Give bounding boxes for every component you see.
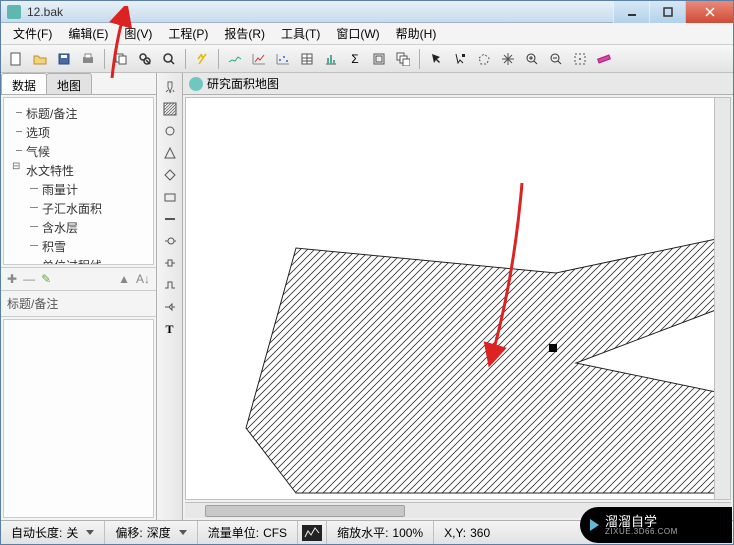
weir-tool-icon[interactable]: [160, 275, 180, 295]
measure-icon[interactable]: [593, 48, 615, 70]
subcatchment-tool-icon[interactable]: [160, 99, 180, 119]
watermark: 溜溜自学 ZIXUE.3D66.COM: [580, 507, 732, 543]
property-grid[interactable]: [3, 319, 154, 518]
options-icon[interactable]: [368, 48, 390, 70]
tree-unit-hydro[interactable]: 单位过程线: [8, 256, 149, 265]
add-icon[interactable]: ✚: [7, 272, 17, 286]
tree-aquifer[interactable]: 含水层: [8, 218, 149, 237]
scatter-icon[interactable]: [272, 48, 294, 70]
property-title: 标题/备注: [1, 291, 156, 317]
menu-window[interactable]: 窗口(W): [330, 23, 385, 44]
main-toolbar: Σ: [1, 45, 733, 73]
status-zoom[interactable]: 缩放水平: 100%: [327, 521, 434, 544]
menubar: 文件(F) 编辑(E) 图(V) 工程(P) 报告(R) 工具(T) 窗口(W)…: [1, 23, 733, 45]
stats-icon[interactable]: [320, 48, 342, 70]
sum-icon[interactable]: Σ: [344, 48, 366, 70]
app-icon: [7, 5, 21, 19]
move-up-icon[interactable]: ▲: [118, 272, 130, 286]
sidebar: 数据 地图 标题/备注 选项 气候 水文特性 雨量计 子汇水面积 含水层 积雪 …: [1, 73, 157, 520]
status-auto-length[interactable]: 自动长度: 关: [1, 521, 105, 544]
chevron-down-icon: [86, 530, 94, 535]
junction-tool-icon[interactable]: [160, 121, 180, 141]
tree-title-notes[interactable]: 标题/备注: [8, 104, 149, 123]
app-window: 12.bak 文件(F) 编辑(E) 图(V) 工程(P) 报告(R) 工具(T…: [0, 0, 734, 545]
menu-help[interactable]: 帮助(H): [390, 23, 443, 44]
tree-options[interactable]: 选项: [8, 123, 149, 142]
open-icon[interactable]: [29, 48, 51, 70]
divider-tool-icon[interactable]: [160, 165, 180, 185]
search-icon[interactable]: [158, 48, 180, 70]
tree-climate[interactable]: 气候: [8, 142, 149, 161]
scroll-thumb[interactable]: [205, 505, 405, 517]
label-tool-icon[interactable]: T: [160, 319, 180, 339]
pan-icon[interactable]: [497, 48, 519, 70]
tab-map[interactable]: 地图: [46, 73, 92, 94]
zoom-out-icon[interactable]: [545, 48, 567, 70]
window-title: 12.bak: [27, 5, 63, 19]
project-tree[interactable]: 标题/备注 选项 气候 水文特性 雨量计 子汇水面积 含水层 积雪 单位过程线: [3, 97, 154, 265]
edit-icon[interactable]: ✎: [41, 272, 51, 286]
content-area: 数据 地图 标题/备注 选项 气候 水文特性 雨量计 子汇水面积 含水层 积雪 …: [1, 73, 733, 520]
play-icon: [590, 519, 599, 531]
object-toolbar: T: [157, 73, 183, 520]
tree-hydro[interactable]: 水文特性: [8, 161, 149, 180]
map-tab-icon: [189, 77, 203, 91]
orifice-tool-icon[interactable]: [160, 253, 180, 273]
status-offset[interactable]: 偏移: 深度: [105, 521, 197, 544]
minimize-button[interactable]: [613, 1, 649, 23]
subcatchment-polygon[interactable]: [186, 98, 726, 500]
find-icon[interactable]: [134, 48, 156, 70]
menu-edit[interactable]: 编辑(E): [62, 23, 114, 44]
sort-icon[interactable]: A↓: [136, 272, 150, 286]
save-icon[interactable]: [53, 48, 75, 70]
menu-tool[interactable]: 工具(T): [275, 23, 326, 44]
map-canvas[interactable]: [185, 97, 731, 500]
canvas-tabbar: 研究面积地图: [183, 73, 733, 95]
full-extent-icon[interactable]: [569, 48, 591, 70]
pump-tool-icon[interactable]: [160, 231, 180, 251]
titlebar: 12.bak: [1, 1, 733, 23]
canvas-area: 研究面积地图: [183, 73, 733, 520]
status-flow-unit[interactable]: 流量单位: CFS: [198, 521, 298, 544]
conduit-tool-icon[interactable]: [160, 209, 180, 229]
new-icon[interactable]: [5, 48, 27, 70]
canvas-tab-title[interactable]: 研究面积地图: [207, 75, 279, 92]
maximize-button[interactable]: [649, 1, 685, 23]
remove-icon[interactable]: —: [23, 272, 35, 286]
tree-rain-gauge[interactable]: 雨量计: [8, 180, 149, 199]
cascade-icon[interactable]: [392, 48, 414, 70]
menu-report[interactable]: 报告(R): [218, 23, 271, 44]
scrollbar-vertical[interactable]: [714, 98, 730, 499]
status-xy: X,Y: 360: [434, 521, 500, 544]
profile-icon[interactable]: [224, 48, 246, 70]
menu-view[interactable]: 图(V): [118, 23, 158, 44]
copy-icon[interactable]: [110, 48, 132, 70]
run-icon[interactable]: [191, 48, 213, 70]
property-toolbar: ✚ — ✎ ▲ A↓: [1, 267, 156, 291]
tree-snow[interactable]: 积雪: [8, 237, 149, 256]
sidebar-tabs: 数据 地图: [1, 73, 156, 95]
centroid-marker[interactable]: [549, 344, 557, 352]
rain-gauge-tool-icon[interactable]: [160, 77, 180, 97]
close-button[interactable]: [685, 1, 733, 23]
menu-file[interactable]: 文件(F): [7, 23, 58, 44]
status-run-indicator: [298, 521, 327, 544]
tab-data[interactable]: 数据: [1, 73, 47, 94]
outlet-tool-icon[interactable]: [160, 297, 180, 317]
menu-project[interactable]: 工程(P): [162, 23, 214, 44]
tree-sub-area[interactable]: 子汇水面积: [8, 199, 149, 218]
pointer-icon[interactable]: [425, 48, 447, 70]
storage-tool-icon[interactable]: [160, 187, 180, 207]
outfall-tool-icon[interactable]: [160, 143, 180, 163]
timeseries-icon[interactable]: [248, 48, 270, 70]
zoom-in-icon[interactable]: [521, 48, 543, 70]
chevron-down-icon: [179, 530, 187, 535]
table-icon[interactable]: [296, 48, 318, 70]
print-icon[interactable]: [77, 48, 99, 70]
select-region-icon[interactable]: [473, 48, 495, 70]
vertex-icon[interactable]: [449, 48, 471, 70]
